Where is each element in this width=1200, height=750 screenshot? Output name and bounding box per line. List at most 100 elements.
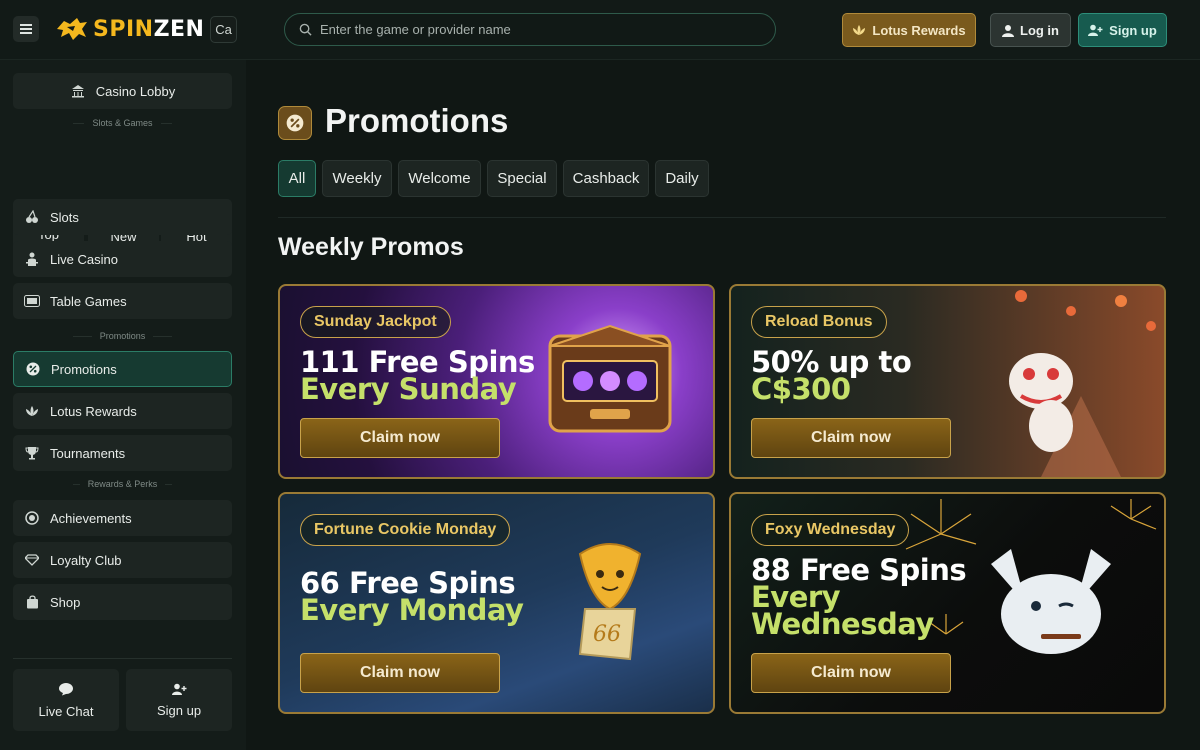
- casino-building-icon: [70, 83, 86, 99]
- sidebar-item-label: Slots: [50, 209, 79, 225]
- promo-card-fortune-cookie-monday[interactable]: 66 Fortune Cookie Monday 66 Free Spins E…: [278, 492, 715, 714]
- sidebar-item-label: Casino Lobby: [95, 83, 176, 99]
- tiger-logo-icon: [57, 18, 87, 40]
- claim-now-button[interactable]: Claim now: [751, 653, 951, 693]
- promo-headline: 88 Free Spins Every Wednesday: [751, 556, 967, 641]
- table-icon: [24, 293, 40, 309]
- section-separator-rewards-perks: Rewards & Perks: [13, 478, 232, 490]
- promo-headline: 111 Free Spins Every Sunday: [300, 348, 535, 406]
- sidebar-item-label: Loyalty Club: [50, 552, 122, 568]
- chat-icon: [59, 682, 73, 695]
- sidebar-item-tournaments[interactable]: Tournaments: [13, 435, 232, 471]
- promo-card-sunday-jackpot[interactable]: Sunday Jackpot 111 Free Spins Every Sund…: [278, 284, 715, 479]
- promotions-page-icon: [278, 106, 312, 140]
- trophy-icon: [24, 445, 40, 461]
- language-selector[interactable]: Ca: [210, 16, 237, 43]
- sidebar-item-casino-lobby[interactable]: Casino Lobby: [13, 73, 232, 109]
- promo-headline-line-2: Every Sunday: [300, 372, 517, 406]
- tabs-divider: [278, 217, 1166, 218]
- signup-label: Sign up: [1109, 22, 1157, 38]
- page-title: Promotions: [325, 102, 509, 139]
- bag-icon: [24, 594, 40, 610]
- sidebar-item-loyalty-club[interactable]: Loyalty Club: [13, 542, 232, 578]
- sidebar-item-label: Promotions: [51, 361, 117, 377]
- tab-special[interactable]: Special: [487, 160, 557, 197]
- sidebar-item-label: Lotus Rewards: [50, 403, 137, 419]
- sidebar-item-achievements[interactable]: Achievements: [13, 500, 232, 536]
- lotus-icon: [853, 25, 866, 35]
- sidebar-item-slots[interactable]: Slots: [13, 199, 232, 235]
- brand-wordmark: SPINZEN: [93, 17, 204, 42]
- tab-daily[interactable]: Daily: [655, 160, 709, 197]
- sidebar-item-label: Live Casino: [50, 251, 118, 267]
- search-icon: [299, 23, 312, 36]
- promo-badge: Reload Bonus: [751, 306, 887, 338]
- search-input[interactable]: [320, 22, 740, 37]
- claim-now-button[interactable]: Claim now: [300, 418, 500, 458]
- sidebar-item-label: Tournaments: [50, 445, 126, 461]
- live-chat-label: Live Chat: [38, 703, 94, 719]
- promo-headline: 66 Free Spins Every Monday: [300, 569, 524, 627]
- sidebar-item-label: Achievements: [50, 510, 132, 526]
- login-button[interactable]: Log in: [990, 13, 1071, 47]
- medal-icon: [24, 510, 40, 526]
- lion-dance-art: [1009, 290, 1156, 477]
- diamond-icon: [24, 552, 40, 568]
- cherry-icon: [24, 209, 40, 225]
- tab-cashback[interactable]: Cashback: [563, 160, 649, 197]
- sidebar-item-shop[interactable]: Shop: [13, 584, 232, 620]
- percent-icon: [286, 114, 304, 132]
- sidebar-signup-button[interactable]: Sign up: [126, 669, 232, 731]
- separator-label: Slots & Games: [92, 118, 153, 128]
- sidebar-item-promotions[interactable]: Promotions: [13, 351, 232, 387]
- fortune-cookie-number: 66: [593, 622, 621, 647]
- slot-machine-art: [548, 324, 672, 433]
- lotus-rewards-button[interactable]: Lotus Rewards: [842, 13, 976, 47]
- promo-headline-line-2: Every Monday: [300, 593, 524, 627]
- live-chat-button[interactable]: Live Chat: [13, 669, 119, 731]
- sidebar-signup-label: Sign up: [156, 702, 202, 718]
- sidebar-item-table-games[interactable]: Table Games: [13, 283, 232, 319]
- brand-part-2: ZEN: [153, 16, 205, 42]
- sidebar-divider: [13, 658, 232, 659]
- sidebar-item-label: Table Games: [50, 293, 127, 309]
- add-user-icon: [1088, 24, 1103, 36]
- section-separator-promotions: Promotions: [13, 330, 232, 342]
- promo-headline: 50% up to C$300: [751, 348, 912, 406]
- lotus-rewards-label: Lotus Rewards: [872, 22, 966, 38]
- promo-badge: Sunday Jackpot: [300, 306, 451, 338]
- promo-badge: Fortune Cookie Monday: [300, 514, 511, 546]
- promo-headline-line-2: C$300: [751, 372, 851, 406]
- percent-icon: [25, 361, 41, 377]
- section-separator-slots-games: Slots & Games: [13, 117, 232, 129]
- brand-logo[interactable]: SPINZEN: [55, 15, 204, 43]
- tab-welcome[interactable]: Welcome: [398, 160, 481, 197]
- sidebar-item-live-casino[interactable]: Live Casino: [13, 241, 232, 277]
- hamburger-menu-button[interactable]: [13, 16, 39, 42]
- login-label: Log in: [1020, 22, 1059, 38]
- section-title: Weekly Promos: [278, 233, 464, 261]
- separator-label: Rewards & Perks: [87, 479, 158, 489]
- fortune-cookie-art: 66: [578, 543, 642, 661]
- tab-all[interactable]: All: [278, 160, 316, 197]
- promo-card-foxy-wednesday[interactable]: Foxy Wednesday 88 Free Spins Every Wedne…: [729, 492, 1166, 714]
- separator-label: Promotions: [99, 331, 146, 341]
- claim-now-button[interactable]: Claim now: [300, 653, 500, 693]
- dealer-icon: [24, 251, 40, 267]
- claim-now-button[interactable]: Claim now: [751, 418, 951, 458]
- top-header: SPINZEN Ca Lotus Rewards Log in Sign up: [0, 0, 1200, 60]
- promo-badge: Foxy Wednesday: [751, 514, 910, 546]
- sidebar-item-lotus-rewards[interactable]: Lotus Rewards: [13, 393, 232, 429]
- sidebar-item-label: Shop: [50, 594, 81, 610]
- menu-icon: [20, 28, 32, 30]
- add-user-icon: [171, 683, 186, 695]
- signup-button[interactable]: Sign up: [1078, 13, 1167, 47]
- promo-headline-line-3: Wednesday: [751, 607, 934, 641]
- brand-part-1: SPIN: [93, 16, 154, 42]
- user-icon: [1002, 24, 1014, 37]
- sidebar: Casino Lobby Slots & Games Top New Hot S…: [0, 60, 246, 750]
- search-bar[interactable]: [284, 13, 776, 46]
- promo-card-reload-bonus[interactable]: Reload Bonus 50% up to C$300 Claim now: [729, 284, 1166, 479]
- tab-weekly[interactable]: Weekly: [322, 160, 392, 197]
- lotus-icon: [24, 403, 40, 419]
